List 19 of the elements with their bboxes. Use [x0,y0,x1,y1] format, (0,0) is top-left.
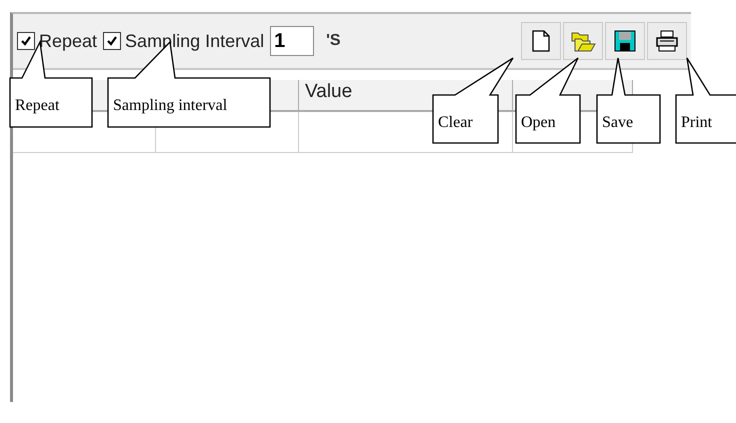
callout-label: Repeat [15,97,60,114]
callout-label: Sampling interval [113,97,228,114]
check-icon [106,35,118,47]
checkbox[interactable] [17,32,35,50]
save-button[interactable] [605,22,645,60]
document-icon [532,30,550,52]
callout-label: Clear [438,114,473,131]
check-icon [20,35,32,47]
new-button[interactable] [521,22,561,60]
callout-label: Print [681,114,712,131]
printer-icon [655,30,679,52]
callout-label: Open [521,114,556,131]
open-button[interactable] [563,22,603,60]
interval-field[interactable]: 1 [270,26,314,56]
unit-label: 'S [326,32,341,50]
checkbox[interactable] [103,32,122,50]
print-button[interactable] [647,22,687,60]
checkbox-label: Repeat [39,30,98,52]
callout-label: Save [602,114,634,131]
